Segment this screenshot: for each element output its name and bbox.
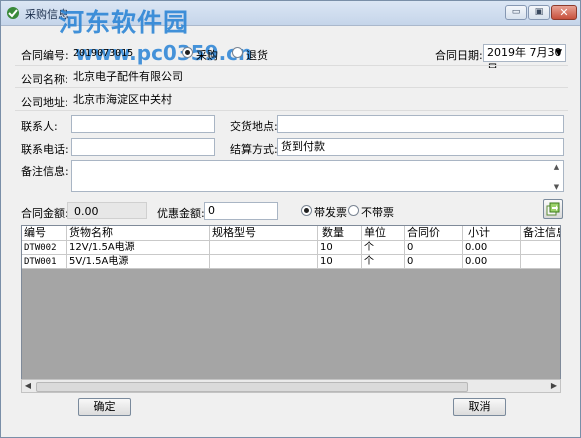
contract-amount-value: 0.00 — [67, 202, 147, 219]
cancel-button[interactable]: 取消 — [453, 398, 506, 416]
contact-label: 联系人: — [21, 120, 58, 133]
invoice-without-radio[interactable] — [348, 205, 359, 216]
table-row[interactable]: DTW001 5V/1.5A电源 10 个 0 0.00 — [22, 255, 560, 269]
scroll-right-icon[interactable]: ▶ — [548, 380, 560, 392]
col-header-remarks[interactable]: 备注信息 — [521, 226, 560, 241]
table-horizontal-scrollbar[interactable]: ◀ ▶ — [21, 379, 561, 393]
col-header-unit[interactable]: 单位 — [362, 226, 405, 241]
invoice-with-radio[interactable] — [301, 205, 312, 216]
chevron-down-icon[interactable]: ▼ — [555, 45, 562, 61]
cell-code[interactable]: DTW002 — [22, 241, 67, 255]
company-address-label: 公司地址: — [21, 96, 69, 109]
invoice-with-label[interactable]: 带发票 — [314, 204, 347, 220]
contract-no-value: 2019073015 — [73, 48, 134, 59]
divider — [15, 110, 568, 111]
cell-remarks[interactable] — [521, 255, 560, 269]
cell-unit[interactable]: 个 — [362, 241, 405, 255]
close-button[interactable]: ✕ — [551, 5, 577, 20]
settlement-input[interactable]: 货到付款 — [277, 138, 564, 156]
items-table[interactable]: 编号 货物名称 规格型号 数量 单位 合同价 小计 备注信息 DTW002 12… — [21, 225, 561, 392]
col-header-price[interactable]: 合同价 — [405, 226, 463, 241]
contract-amount-label: 合同金额: — [21, 207, 69, 220]
cell-subtotal[interactable]: 0.00 — [463, 241, 521, 255]
col-header-qty[interactable]: 数量 — [318, 226, 362, 241]
cell-subtotal[interactable]: 0.00 — [463, 255, 521, 269]
cell-price[interactable]: 0 — [405, 241, 463, 255]
remarks-label: 备注信息: — [21, 165, 69, 178]
delivery-place-label: 交货地点: — [230, 120, 278, 133]
col-header-spec[interactable]: 规格型号 — [210, 226, 318, 241]
cell-code[interactable]: DTW001 — [22, 255, 67, 269]
scroll-left-icon[interactable]: ◀ — [22, 380, 34, 392]
purchase-info-window: 采购信息 ▭ ▣ ✕ 河东软件园 www.pc0359.cn 合同编号: 201… — [0, 0, 581, 438]
type-purchase-label[interactable]: 采购 — [196, 47, 218, 63]
cell-goods-name[interactable]: 12V/1.5A电源 — [67, 241, 210, 255]
scroll-thumb[interactable] — [36, 382, 468, 392]
type-purchase-radio[interactable] — [182, 47, 193, 58]
watermark-logo: 河东软件园 — [59, 8, 190, 37]
type-return-radio[interactable] — [232, 47, 243, 58]
table-header: 编号 货物名称 规格型号 数量 单位 合同价 小计 备注信息 — [22, 226, 560, 241]
contact-input[interactable] — [71, 115, 215, 133]
phone-label: 联系电话: — [21, 143, 69, 156]
contract-no-label: 合同编号: — [21, 49, 69, 62]
cell-spec[interactable] — [210, 241, 318, 255]
company-name-value: 北京电子配件有限公司 — [67, 68, 567, 85]
type-return-label[interactable]: 退货 — [246, 47, 268, 63]
contract-date-picker[interactable]: 2019年 7月30日 ▼ — [483, 44, 566, 75]
cell-price[interactable]: 0 — [405, 255, 463, 269]
company-name-label: 公司名称: — [21, 73, 69, 86]
minimize-button[interactable]: ▭ — [505, 5, 527, 20]
maximize-button[interactable]: ▣ — [528, 5, 550, 20]
cell-qty[interactable]: 10 — [318, 241, 362, 255]
table-row[interactable]: DTW002 12V/1.5A电源 10 个 0 0.00 — [22, 241, 560, 255]
app-icon — [7, 7, 19, 19]
discount-label: 优惠金额: — [157, 207, 205, 220]
settlement-label: 结算方式: — [230, 143, 278, 156]
company-address-value: 北京市海淀区中关村 — [67, 91, 567, 108]
divider — [15, 65, 568, 66]
divider — [15, 87, 568, 88]
discount-input[interactable]: 0 — [204, 202, 278, 220]
cell-spec[interactable] — [210, 255, 318, 269]
contract-date-label: 合同日期: — [435, 49, 483, 62]
col-header-goods-name[interactable]: 货物名称 — [67, 226, 210, 241]
remarks-scrollbar[interactable]: ▲ ▼ — [551, 162, 562, 191]
cell-unit[interactable]: 个 — [362, 255, 405, 269]
cell-goods-name[interactable]: 5V/1.5A电源 — [67, 255, 210, 269]
col-header-subtotal[interactable]: 小计 — [463, 226, 521, 241]
import-items-button[interactable] — [543, 199, 563, 219]
remarks-textarea[interactable]: ▲ ▼ — [71, 160, 564, 192]
invoice-without-label[interactable]: 不带票 — [361, 204, 394, 220]
delivery-place-input[interactable] — [277, 115, 564, 133]
col-header-code[interactable]: 编号 — [22, 226, 67, 241]
export-icon — [546, 202, 560, 216]
phone-input[interactable] — [71, 138, 215, 156]
cell-qty[interactable]: 10 — [318, 255, 362, 269]
ok-button[interactable]: 确定 — [78, 398, 131, 416]
cell-remarks[interactable] — [521, 241, 560, 255]
